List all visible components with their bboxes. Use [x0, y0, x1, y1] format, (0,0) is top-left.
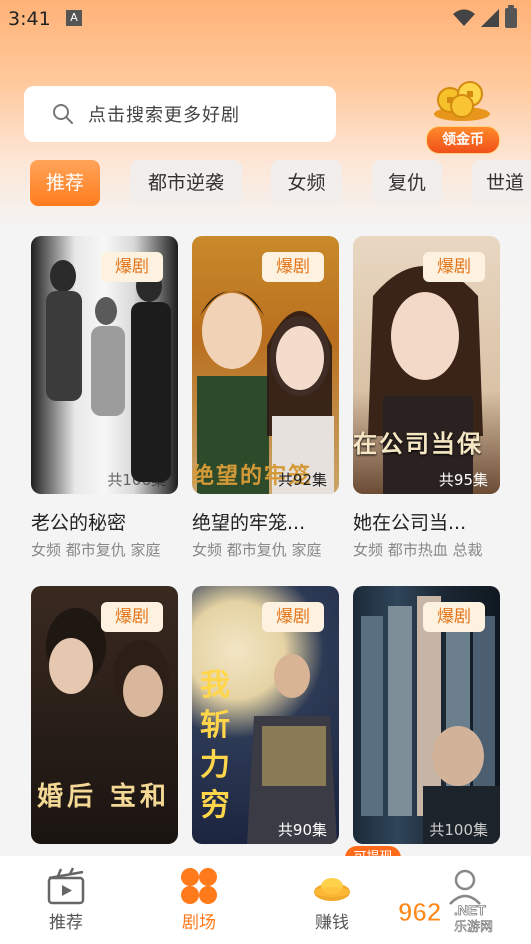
- svg-text:.NET: .NET: [454, 902, 486, 918]
- nav-label: 赚钱: [315, 913, 349, 933]
- tab-female[interactable]: 女频: [271, 160, 342, 206]
- svg-text:乐游网: 乐游网: [454, 920, 493, 935]
- drama-poster[interactable]: 绝望的牢笼 爆剧 共92集: [192, 236, 339, 494]
- drama-poster[interactable]: 爆剧 共100集: [353, 586, 500, 844]
- episode-count: 共106集: [107, 471, 166, 489]
- drama-card[interactable]: 婚后 宝和 爆剧: [31, 586, 178, 846]
- tab-world[interactable]: 世道: [472, 160, 531, 206]
- tab-recommend[interactable]: 推荐: [30, 160, 100, 206]
- episode-count: 共100集: [429, 821, 488, 839]
- search-icon: [53, 104, 73, 124]
- notification-icon: A: [66, 10, 82, 26]
- episode-count: 共90集: [277, 821, 327, 839]
- hot-badge: 爆剧: [262, 252, 324, 282]
- wifi-icon: [453, 9, 475, 26]
- nav-label: 推荐: [49, 913, 83, 933]
- hot-badge: 爆剧: [423, 252, 485, 282]
- svg-text:962: 962: [398, 897, 441, 927]
- drama-card[interactable]: 爆剧 共106集 老公的秘密 女频 都市复仇 家庭: [31, 236, 178, 566]
- drama-tags: 女频 都市复仇 家庭: [192, 541, 322, 559]
- clover-icon: [181, 868, 217, 904]
- drama-poster[interactable]: 婚后 宝和 爆剧: [31, 586, 178, 844]
- drama-title: 老公的秘密: [31, 512, 127, 534]
- episode-count: 共92集: [277, 471, 327, 489]
- signal-icon: [481, 9, 499, 27]
- drama-card[interactable]: 在公司当保 爆剧 共95集 她在公司当... 女频 都市热血 总裁: [353, 236, 500, 566]
- hot-badge: 爆剧: [101, 602, 163, 632]
- gold-ingot-icon: [314, 878, 350, 901]
- drama-card[interactable]: 绝望的牢笼 爆剧 共92集 绝望的牢笼... 女频 都市复仇 家庭: [192, 236, 339, 566]
- drama-poster[interactable]: 在公司当保 爆剧 共95集: [353, 236, 500, 494]
- nav-theater[interactable]: 剧场: [149, 856, 249, 944]
- drama-card[interactable]: 我 斩 力 穷 爆剧 共90集: [192, 586, 339, 846]
- nav-recommend[interactable]: 推荐: [16, 856, 116, 944]
- drama-tags: 女频 都市热血 总裁: [353, 541, 483, 559]
- battery-icon: [505, 5, 517, 28]
- drama-card[interactable]: 爆剧 共100集: [353, 586, 500, 846]
- nav-label: 剧场: [182, 913, 216, 933]
- drama-poster[interactable]: 爆剧 共106集: [31, 236, 178, 494]
- nav-earn[interactable]: 赚钱: [282, 856, 382, 944]
- tab-revenge[interactable]: 复仇: [372, 160, 442, 206]
- get-coins-button[interactable]: 领金币: [426, 76, 500, 156]
- search-bar[interactable]: 点击搜索更多好剧: [24, 86, 336, 142]
- get-coins-label: 领金币: [426, 126, 500, 154]
- search-placeholder: 点击搜索更多好剧: [88, 105, 240, 126]
- watermark-logo: 962 .NET 乐游网: [398, 897, 493, 936]
- poster-caption: 婚后 宝和: [37, 782, 171, 812]
- category-tabs: 推荐 都市逆袭 女频 复仇 世道: [0, 160, 531, 208]
- clapperboard-icon: [47, 867, 85, 905]
- poster-caption: 我 斩 力 穷: [200, 668, 230, 823]
- drama-title: 绝望的牢笼...: [192, 512, 306, 534]
- gold-coins-icon: [434, 81, 490, 121]
- hot-badge: 爆剧: [423, 602, 485, 632]
- status-time: 3:41: [8, 8, 51, 30]
- drama-title: 她在公司当...: [353, 512, 467, 534]
- hot-badge: 爆剧: [262, 602, 324, 632]
- drama-poster[interactable]: 我 斩 力 穷 爆剧 共90集: [192, 586, 339, 844]
- status-bar: 3:41 A: [0, 0, 531, 38]
- tab-urban-revenge[interactable]: 都市逆袭: [130, 160, 242, 206]
- drama-tags: 女频 都市复仇 家庭: [31, 541, 161, 559]
- hot-badge: 爆剧: [101, 252, 163, 282]
- poster-caption: 在公司当保: [353, 430, 483, 458]
- episode-count: 共95集: [438, 471, 488, 489]
